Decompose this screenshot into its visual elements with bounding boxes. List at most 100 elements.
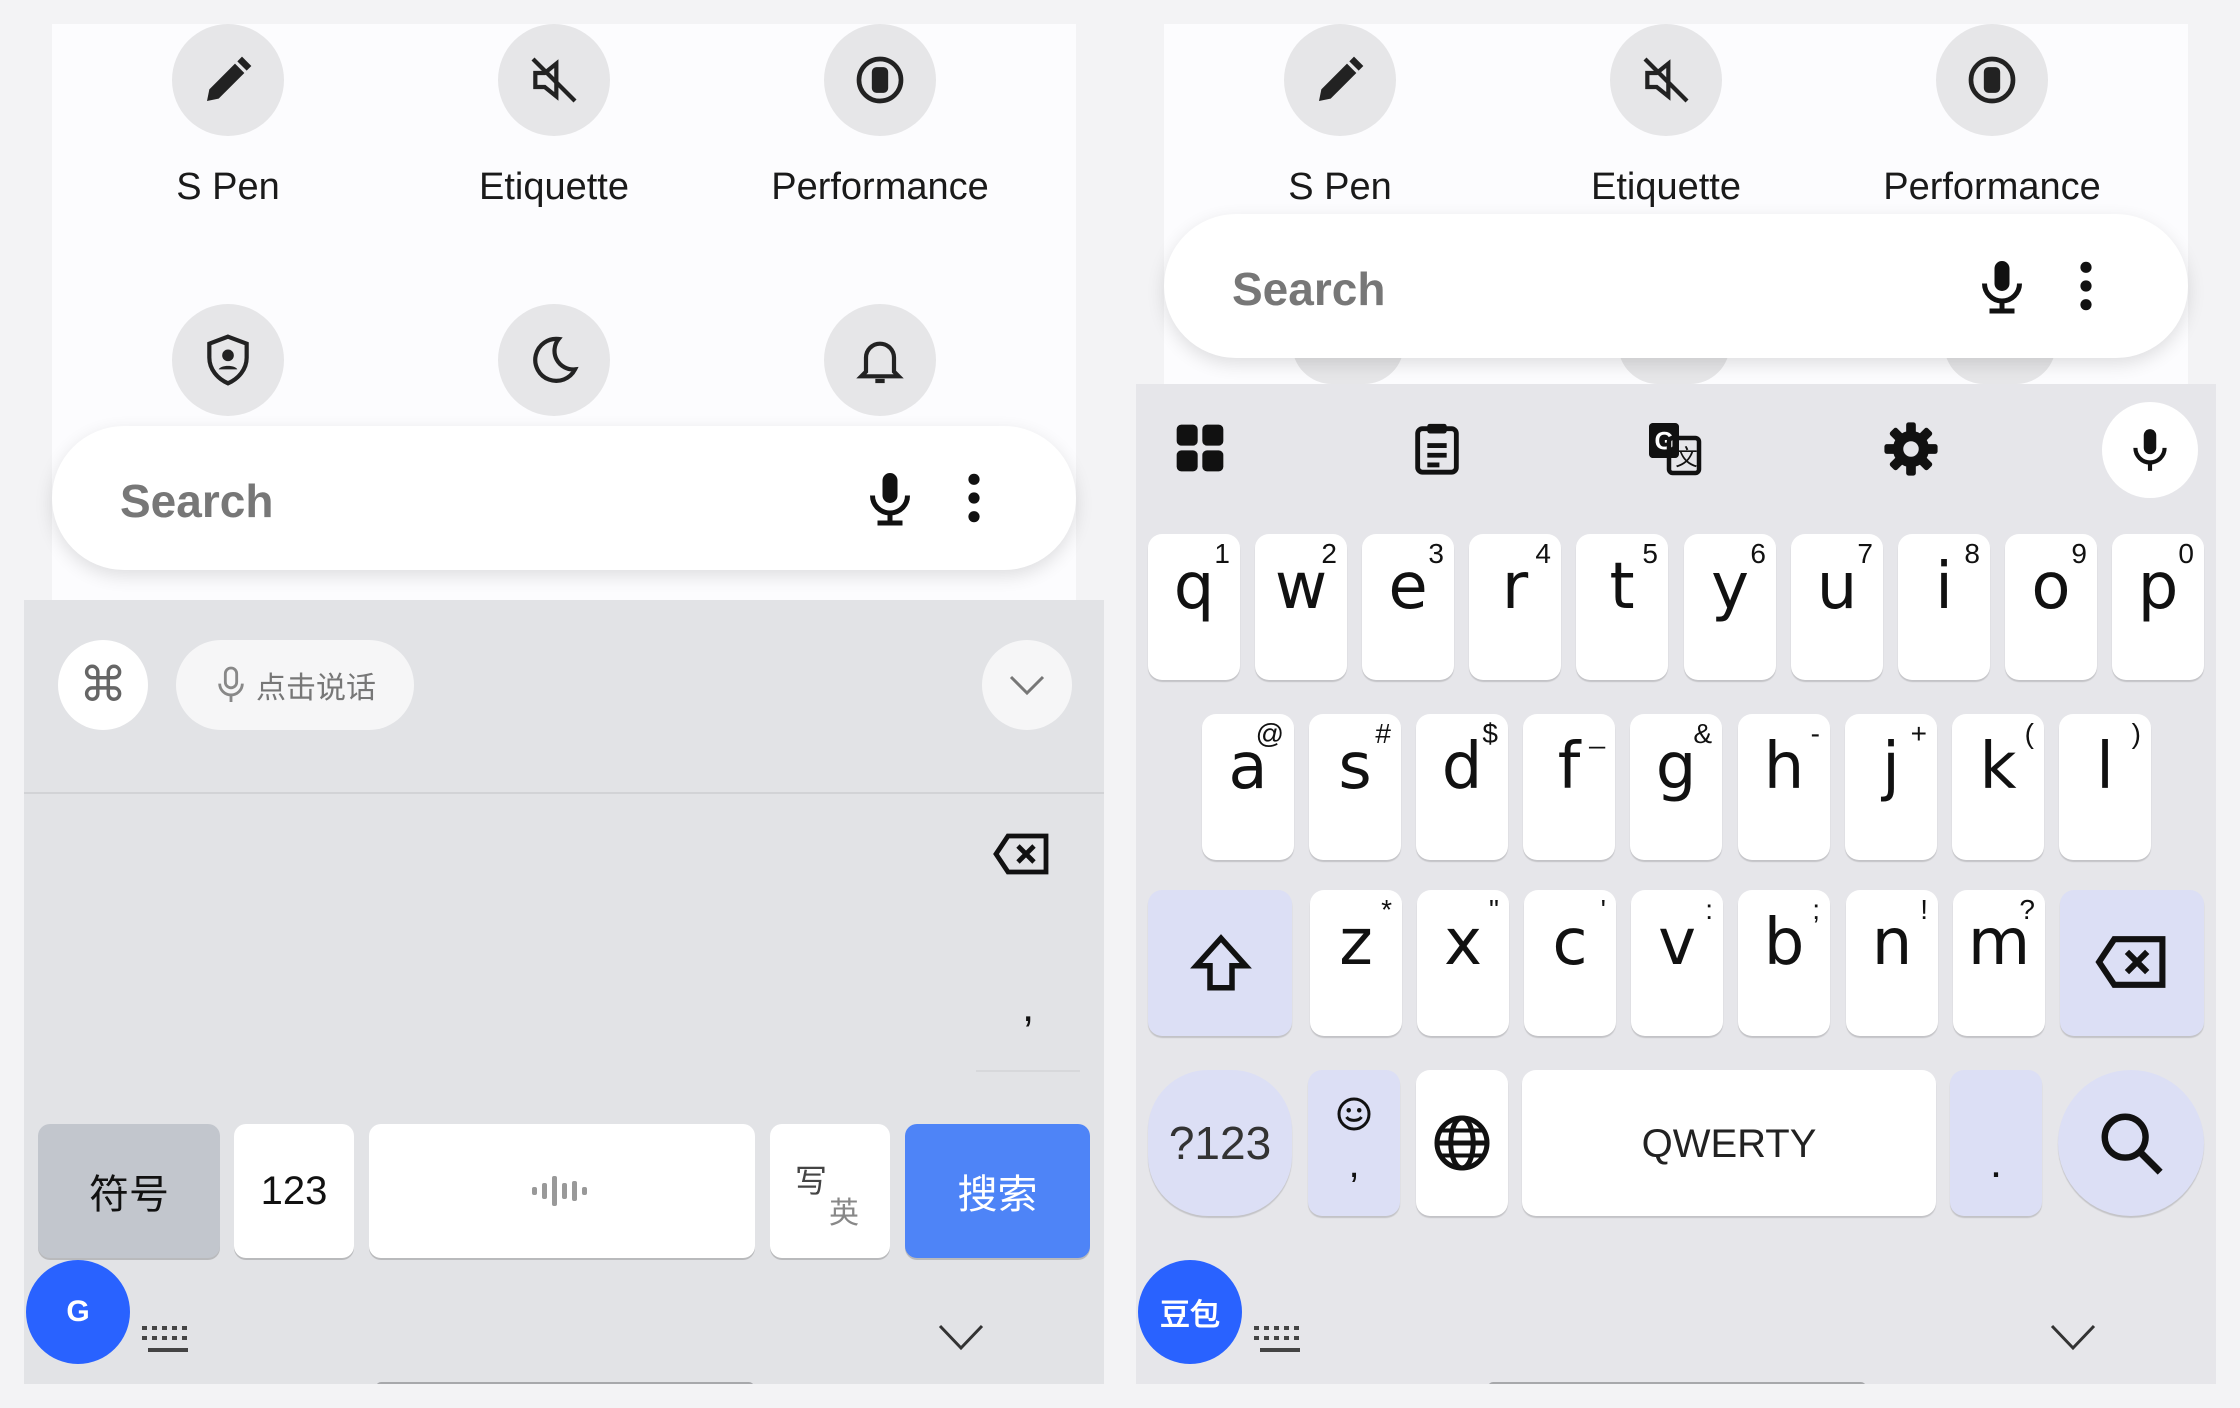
qs-performance[interactable]: Performance <box>730 24 1030 209</box>
settings-gear-icon[interactable] <box>1882 420 1940 483</box>
right-screen: S Pen Etiquette Performance Search G 文 q… <box>1136 24 2216 1384</box>
key-label: 符号 <box>89 1173 169 1217</box>
search-input[interactable]: Search <box>120 474 273 528</box>
qs-spen[interactable]: S Pen <box>78 24 378 209</box>
left-screen: S Pen Etiquette Performance Search ⌘ 点击说… <box>24 24 1104 1384</box>
mute-icon <box>1610 24 1722 136</box>
mic-icon[interactable] <box>1972 256 2032 321</box>
search-input[interactable]: Search <box>1232 262 1385 316</box>
key-r[interactable]: r4 <box>1469 534 1561 680</box>
key-hint: _ <box>1589 718 1605 749</box>
key-q[interactable]: q1 <box>1148 534 1240 680</box>
keyboard-switch-icon[interactable] <box>1252 1324 1306 1363</box>
key-hint: : <box>1705 894 1713 925</box>
key-n[interactable]: n! <box>1846 890 1938 1036</box>
key-b[interactable]: b; <box>1738 890 1830 1036</box>
key-label: 搜索 <box>957 1173 1038 1217</box>
handwriting-switch-key[interactable]: 写 英 <box>770 1124 890 1258</box>
space-key[interactable]: QWERTY <box>1522 1070 1936 1216</box>
apps-grid-icon[interactable] <box>1172 420 1228 481</box>
moon-icon <box>498 304 610 416</box>
key-p[interactable]: p0 <box>2112 534 2204 680</box>
emoji-icon <box>1337 1097 1371 1131</box>
key-o[interactable]: o9 <box>2005 534 2097 680</box>
hide-keyboard-icon[interactable] <box>936 1322 986 1357</box>
key-hint: + <box>1910 718 1927 749</box>
backspace-icon[interactable] <box>992 832 1052 881</box>
bell-icon <box>824 304 936 416</box>
key-e[interactable]: e3 <box>1362 534 1454 680</box>
floating-assistant-button[interactable]: G <box>26 1260 130 1364</box>
shift-key[interactable] <box>1148 890 1292 1036</box>
key-h[interactable]: h- <box>1738 714 1830 860</box>
search-bar[interactable]: Search <box>52 426 1076 570</box>
key-g[interactable]: g & <box>1630 714 1722 860</box>
key-z[interactable]: z * <box>1310 890 1402 1036</box>
qs-label: Performance <box>1883 166 2101 208</box>
language-switch-key[interactable] <box>1416 1070 1508 1216</box>
comma-key[interactable]: , <box>1022 982 1034 1032</box>
hide-keyboard-icon[interactable] <box>2048 1322 2098 1357</box>
space-key[interactable] <box>369 1124 755 1258</box>
voice-typing-button[interactable] <box>2102 402 2198 498</box>
key-u[interactable]: u7 <box>1791 534 1883 680</box>
key-f[interactable]: f _ <box>1523 714 1615 860</box>
backspace-icon <box>2095 936 2166 988</box>
pen-icon <box>1284 24 1396 136</box>
symbols-key[interactable]: ?123 <box>1148 1070 1292 1216</box>
key-c[interactable]: c ' <box>1524 890 1616 1036</box>
mic-icon[interactable] <box>860 468 920 533</box>
translate-icon[interactable]: G文 <box>1644 418 1704 483</box>
key-x[interactable]: x " <box>1417 890 1509 1036</box>
gboard-keyboard: G文 q 1 w 2 e 3 r 4 t 5 y 6 u 7 i 8 o 9 p 0 a @ s # d $ f _ g & h - j + k(l… <box>1136 384 2216 1384</box>
search-key[interactable] <box>2058 1070 2204 1216</box>
qs-etiquette[interactable]: Etiquette <box>404 24 704 209</box>
symbols-key[interactable]: 符号 <box>38 1124 220 1258</box>
key-k[interactable]: k( <box>1952 714 2044 860</box>
key-l[interactable]: l) <box>2059 714 2151 860</box>
backspace-key[interactable] <box>2060 890 2204 1036</box>
key-label: 英 <box>829 1197 859 1230</box>
emoji-comma-key[interactable]: , <box>1308 1070 1400 1216</box>
qs-label: S Pen <box>1288 166 1392 208</box>
qs-label: Etiquette <box>479 166 629 208</box>
home-indicator[interactable] <box>1488 1382 1866 1384</box>
clipboard-icon[interactable] <box>1408 418 1466 483</box>
qs-night[interactable] <box>404 304 704 416</box>
key-d[interactable]: d $ <box>1416 714 1508 860</box>
key-v[interactable]: v: <box>1631 890 1723 1036</box>
qs-label: S Pen <box>176 166 280 208</box>
voice-input-label: 点击说话 <box>256 672 376 705</box>
performance-icon <box>1936 24 2048 136</box>
key-w[interactable]: w2 <box>1255 534 1347 680</box>
key-i[interactable]: i8 <box>1898 534 1990 680</box>
command-icon[interactable]: ⌘ <box>58 640 148 730</box>
more-options-icon[interactable] <box>964 470 984 531</box>
qs-etiquette[interactable]: Etiquette <box>1516 24 1816 209</box>
key-t[interactable]: t5 <box>1576 534 1668 680</box>
voice-input-button[interactable]: 点击说话 <box>176 640 414 730</box>
collapse-button[interactable] <box>982 640 1072 730</box>
qs-secure[interactable] <box>78 304 378 416</box>
key-a[interactable]: a @ <box>1202 714 1294 860</box>
more-options-icon[interactable] <box>2076 258 2096 319</box>
key-hint: ; <box>1812 894 1820 925</box>
period-key[interactable]: . <box>1950 1070 2042 1216</box>
chinese-keyboard: ⌘ 点击说话 , 符号 123 写 英 搜索 G <box>24 600 1104 1384</box>
search-bar[interactable]: Search <box>1164 214 2188 358</box>
keyboard-switch-icon[interactable] <box>140 1324 194 1363</box>
floating-assistant-button[interactable]: 豆包 <box>1138 1260 1242 1364</box>
key-s[interactable]: s # <box>1309 714 1401 860</box>
qs-performance[interactable]: Performance <box>1842 24 2142 209</box>
divider <box>24 792 1104 794</box>
qs-spen[interactable]: S Pen <box>1190 24 1490 209</box>
search-key[interactable]: 搜索 <box>905 1124 1090 1258</box>
key-hint: 3 <box>1428 538 1444 569</box>
numbers-key[interactable]: 123 <box>234 1124 354 1258</box>
qs-sound[interactable] <box>730 304 1030 416</box>
home-indicator[interactable] <box>376 1382 754 1384</box>
key-y[interactable]: y6 <box>1684 534 1776 680</box>
key-hint: ' <box>1600 894 1606 925</box>
key-m[interactable]: m? <box>1953 890 2045 1036</box>
key-j[interactable]: j + <box>1845 714 1937 860</box>
